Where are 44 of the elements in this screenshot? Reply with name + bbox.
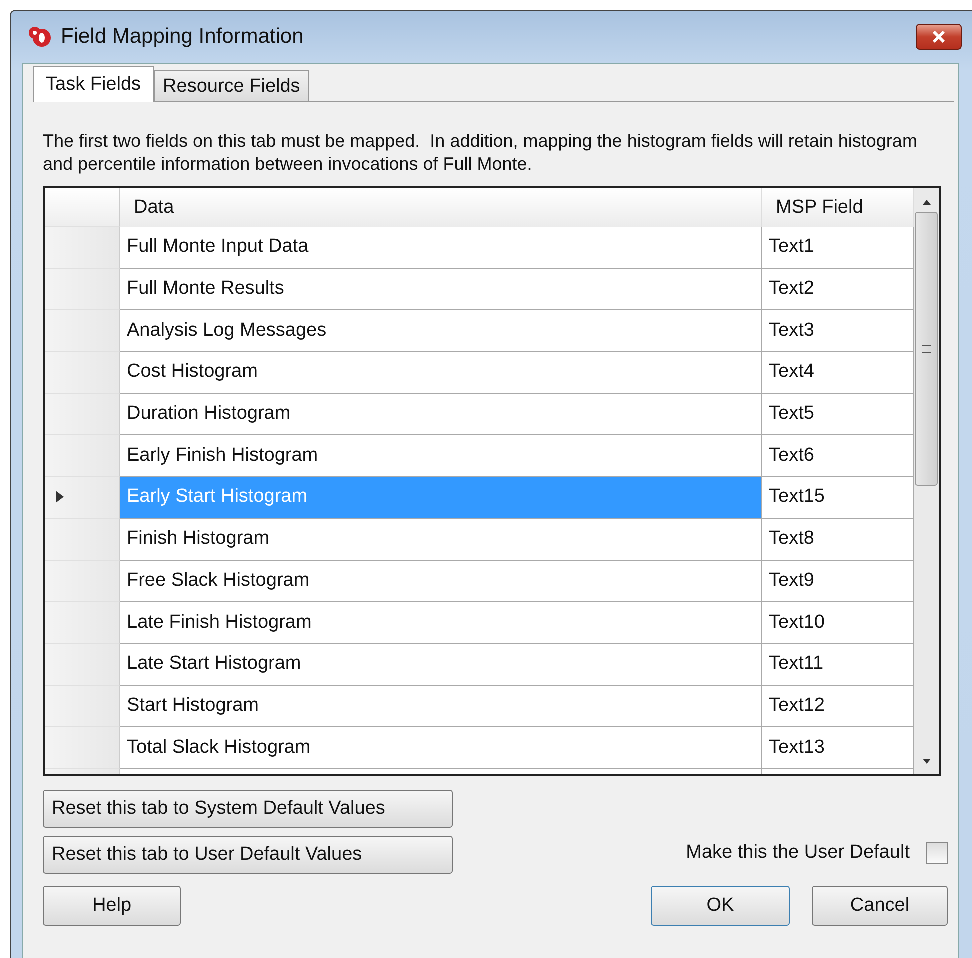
table-cell[interactable]: Free Slack Histogram [120, 560, 762, 602]
table-cell[interactable]: Finish Histogram [120, 518, 762, 560]
scroll-up-icon[interactable] [920, 198, 932, 206]
close-icon [931, 31, 947, 43]
close-button[interactable] [916, 24, 962, 50]
row-header[interactable] [45, 644, 120, 686]
column-header[interactable]: MSP Field [762, 188, 914, 227]
table-cell[interactable]: Full Monte Input Data [120, 227, 762, 269]
app-logo-icon [27, 24, 53, 50]
row-header[interactable] [45, 518, 120, 560]
window-title: Field Mapping Information [61, 25, 305, 49]
table-cell[interactable]: Analysis Log Messages [120, 310, 762, 352]
row-header[interactable] [45, 686, 120, 728]
table-cell[interactable]: Start Histogram [120, 686, 762, 728]
description-text: The first two fields on this tab must be mapped. In addition, mapping the histogram fields will retain histogram and percentile information between invocations of Full Monte. [43, 130, 918, 176]
ok-button[interactable]: OK [651, 886, 790, 926]
table-cell[interactable]: Total Slack Histogram [120, 727, 762, 769]
help-button[interactable]: Help [43, 886, 181, 926]
row-header[interactable] [45, 227, 120, 269]
scrollbar-thumb[interactable] [915, 212, 938, 486]
scroll-down-icon[interactable] [920, 758, 932, 766]
row-header[interactable] [45, 560, 120, 602]
row-header[interactable] [45, 394, 120, 436]
table-cell[interactable]: Full Monte Results [120, 268, 762, 310]
checkbox-label: Make this the User Default [686, 842, 910, 864]
row-header[interactable] [45, 727, 120, 769]
column-header[interactable]: Data [120, 188, 762, 227]
cancel-button[interactable]: Cancel [812, 886, 948, 926]
reset-user-default-button[interactable]: Reset this tab to User Default Values [43, 836, 453, 874]
row-header[interactable] [45, 352, 120, 394]
reset-system-default-button[interactable]: Reset this tab to System Default Values [43, 790, 453, 828]
table-cell[interactable]: Late Finish Histogram [120, 602, 762, 644]
row-header[interactable] [45, 602, 120, 644]
user-default-checkbox[interactable] [926, 842, 948, 864]
scrollbar[interactable] [914, 188, 939, 774]
row-header[interactable] [45, 310, 120, 352]
row-header[interactable] [45, 435, 120, 478]
table-cell[interactable]: Late Start Histogram [120, 644, 762, 686]
table-cell[interactable]: Cost Histogram [120, 352, 762, 394]
table-cell[interactable]: Duration Histogram [120, 394, 762, 436]
tab[interactable]: Resource Fields [154, 70, 310, 102]
row-header[interactable] [45, 477, 120, 519]
tab[interactable]: Task Fields [33, 66, 154, 102]
row-header[interactable] [45, 268, 120, 310]
